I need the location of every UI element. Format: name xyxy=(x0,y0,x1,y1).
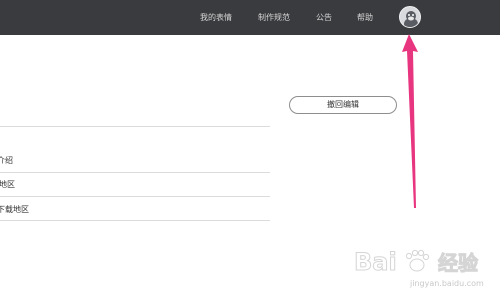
watermark-brand: Bai xyxy=(354,248,397,276)
list-item-intro[interactable]: 介绍 xyxy=(0,155,13,166)
list-item-download-region[interactable]: 下载地区 xyxy=(0,204,29,215)
divider xyxy=(0,172,270,173)
withdraw-edit-button[interactable]: 撤回编辑 xyxy=(289,96,397,114)
nav-my-stickers[interactable]: 我的表情 xyxy=(200,12,232,23)
divider xyxy=(0,196,270,197)
user-avatar-icon[interactable] xyxy=(399,6,421,28)
paw-logo-icon xyxy=(405,249,430,272)
list-item-region[interactable]: 地区 xyxy=(0,179,15,190)
divider xyxy=(0,126,270,127)
top-nav-bar: 我的表情 制作规范 公告 帮助 xyxy=(0,0,500,35)
divider xyxy=(0,220,270,221)
nav-help[interactable]: 帮助 xyxy=(357,12,373,23)
watermark-url: jingyan.baidu.com xyxy=(409,279,484,288)
baidu-watermark: Bai 经验 jingyan.baidu.com xyxy=(354,248,484,289)
nav-announcements[interactable]: 公告 xyxy=(316,12,332,23)
nav-guidelines[interactable]: 制作规范 xyxy=(258,12,290,23)
watermark-brand-cn: 经验 xyxy=(438,251,478,275)
